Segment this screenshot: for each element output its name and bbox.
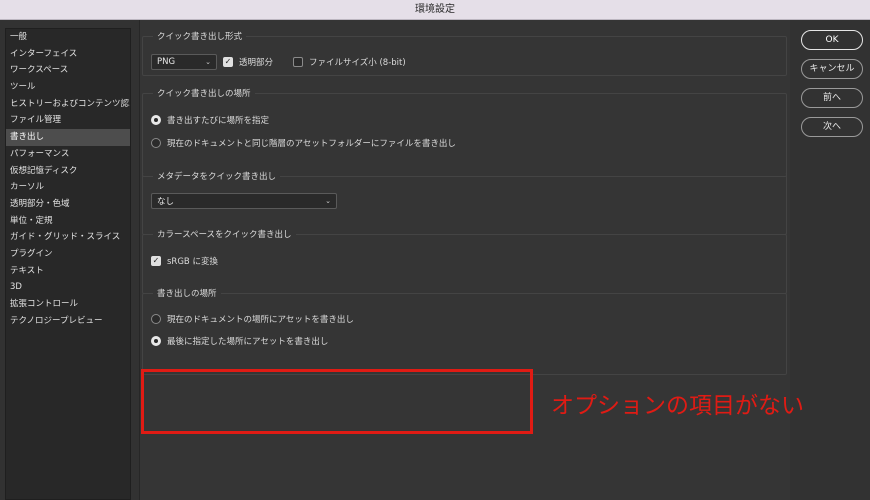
sidebar-item[interactable]: インターフェイス xyxy=(6,46,130,63)
quick-export-location-group: クイック書き出しの場所 書き出すたびに場所を指定 現在のドキュメントと同じ階層の… xyxy=(142,87,787,177)
chevron-down-icon: ⌄ xyxy=(205,58,211,66)
small-file-checkbox[interactable] xyxy=(293,57,304,67)
group-title: クイック書き出しの場所 xyxy=(153,87,255,99)
sidebar-item[interactable]: テキスト xyxy=(6,263,130,280)
cancel-button[interactable]: キャンセル xyxy=(801,59,863,79)
format-select-value: PNG xyxy=(157,57,176,67)
colorspace-group: カラースペースをクイック書き出し ✓ sRGB に変換 xyxy=(142,228,787,294)
sidebar-item[interactable]: 書き出し xyxy=(6,129,130,146)
location-ask-label: 書き出すたびに場所を指定 xyxy=(167,116,270,126)
location-ask-radio[interactable] xyxy=(151,115,161,125)
sidebar-item[interactable]: 仮想記憶ディスク xyxy=(6,163,130,180)
location-assets-label: 現在のドキュメントと同じ階層のアセットフォルダーにファイルを書き出し xyxy=(167,139,456,149)
group-title: 書き出しの場所 xyxy=(153,287,221,299)
sidebar: 一般 インターフェイス ワークスペース ツール ヒストリーおよびコンテンツ認... ファイ… xyxy=(5,28,131,500)
format-select[interactable]: PNG ⌄ xyxy=(151,54,217,70)
chevron-down-icon: ⌄ xyxy=(325,197,331,205)
prev-button[interactable]: 前へ xyxy=(801,88,863,108)
window-title: 環境設定 xyxy=(415,4,455,15)
srgb-checkbox[interactable]: ✓ xyxy=(151,256,161,266)
sidebar-item[interactable]: 一般 xyxy=(6,29,130,46)
export-current-doc-label: 現在のドキュメントの場所にアセットを書き出し xyxy=(167,315,354,325)
sidebar-item[interactable]: ツール xyxy=(6,79,130,96)
sidebar-item[interactable]: テクノロジープレビュー xyxy=(6,313,130,330)
sidebar-item[interactable]: 透明部分・色域 xyxy=(6,196,130,213)
sidebar-item[interactable]: ワークスペース xyxy=(6,62,130,79)
annotation-text: オプションの項目がない xyxy=(551,393,804,419)
metadata-select-value: なし xyxy=(157,197,175,207)
sidebar-item[interactable]: ヒストリーおよびコンテンツ認... xyxy=(6,96,130,113)
sidebar-item[interactable]: 拡張コントロール xyxy=(6,296,130,313)
group-title: メタデータをクイック書き出し xyxy=(153,170,281,182)
sidebar-item[interactable]: ファイル管理 xyxy=(6,112,130,129)
export-current-doc-radio[interactable] xyxy=(151,314,161,324)
sidebar-item[interactable]: ガイド・グリッド・スライス xyxy=(6,229,130,246)
transparency-label: 透明部分 xyxy=(239,58,274,68)
export-last-location-radio[interactable] xyxy=(151,336,161,346)
sidebar-item[interactable]: 単位・定規 xyxy=(6,213,130,230)
small-file-label: ファイルサイズ小 (8-bit) xyxy=(309,58,406,68)
export-last-location-label: 最後に指定した場所にアセットを書き出し xyxy=(167,337,329,347)
next-button[interactable]: 次へ xyxy=(801,117,863,137)
transparency-checkbox[interactable]: ✓ xyxy=(223,57,233,67)
metadata-select[interactable]: なし ⌄ xyxy=(151,193,337,209)
export-location-group: 書き出しの場所 現在のドキュメントの場所にアセットを書き出し 最後に指定した場所… xyxy=(142,287,787,375)
srgb-label: sRGB に変換 xyxy=(167,257,218,267)
window-titlebar: 環境設定 xyxy=(0,0,870,20)
group-title: クイック書き出し形式 xyxy=(153,30,247,42)
sidebar-item[interactable]: パフォーマンス xyxy=(6,146,130,163)
sidebar-item[interactable]: プラグイン xyxy=(6,246,130,263)
annotation-highlight-box xyxy=(141,369,533,434)
sidebar-item[interactable]: 3D xyxy=(6,279,130,296)
location-assets-radio[interactable] xyxy=(151,138,161,148)
ok-button[interactable]: OK xyxy=(801,30,863,50)
group-title: カラースペースをクイック書き出し xyxy=(153,228,296,240)
metadata-group: メタデータをクイック書き出し なし ⌄ xyxy=(142,170,787,235)
quick-export-format-group: クイック書き出し形式 PNG ⌄ ✓ 透明部分 ファイルサイズ小 (8-bit) xyxy=(142,30,787,76)
sidebar-item[interactable]: カーソル xyxy=(6,179,130,196)
